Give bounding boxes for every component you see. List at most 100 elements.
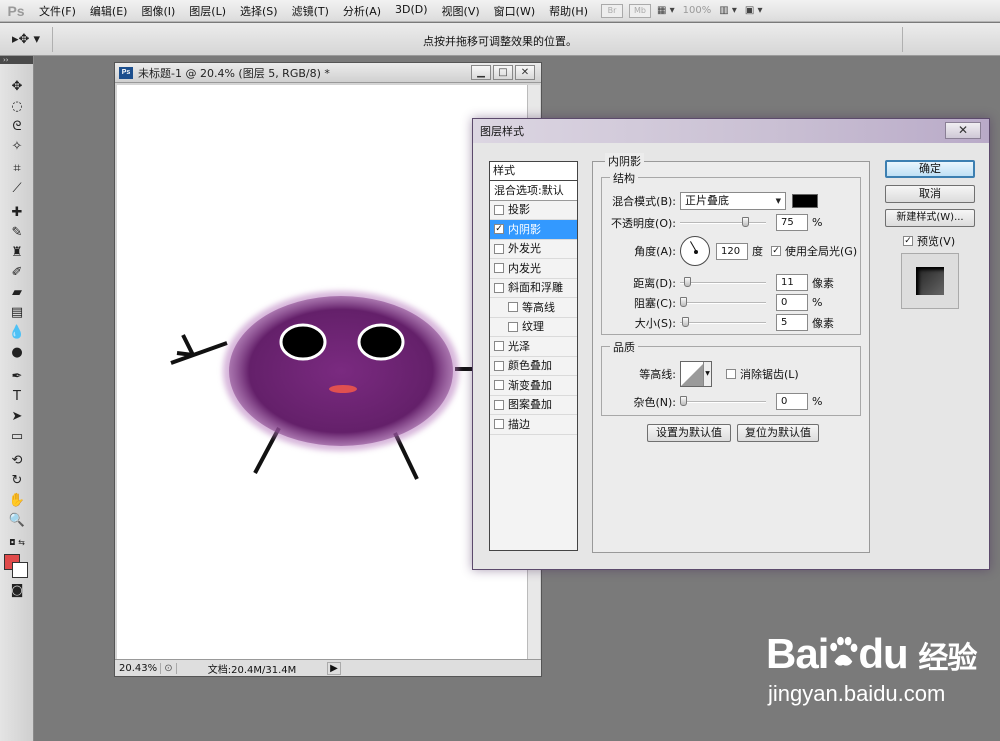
move-tool-icon[interactable]: ✥ <box>7 78 27 96</box>
document-title-bar[interactable]: Ps 未标题-1 @ 20.4% (图层 5, RGB/8) * ▁ □ ✕ <box>115 63 541 83</box>
contour-picker[interactable]: ▼ <box>680 361 712 387</box>
bridge-button[interactable]: Br <box>600 3 623 18</box>
style-checkbox[interactable] <box>494 341 504 352</box>
style-checkbox[interactable] <box>494 419 504 430</box>
style-checkbox[interactable] <box>494 360 504 371</box>
size-slider-knob[interactable] <box>682 316 689 327</box>
status-zoom[interactable]: 20.43% <box>115 662 161 674</box>
distance-field[interactable]: 11 <box>776 274 808 291</box>
menu-item[interactable]: 编辑(E) <box>83 3 135 19</box>
quick-mask-icon[interactable]: ◙ <box>7 582 27 600</box>
menu-item[interactable]: 窗口(W) <box>487 3 542 19</box>
zoom-tool-icon[interactable]: 🔍 <box>7 512 27 530</box>
opacity-field[interactable]: 75 <box>776 214 808 231</box>
anti-alias-label[interactable]: 消除锯齿(L) <box>740 366 799 382</box>
dialog-close-button[interactable]: ✕ <box>945 122 981 139</box>
menu-item[interactable]: 文件(F) <box>32 3 83 19</box>
make-default-button[interactable]: 设置为默认值 <box>647 424 731 442</box>
marquee-tool-icon[interactable]: ◌ <box>7 98 27 116</box>
style-checkbox[interactable] <box>494 380 504 391</box>
style-item[interactable]: 图案叠加 <box>490 396 577 415</box>
menu-item[interactable]: 图像(I) <box>134 3 182 19</box>
style-item[interactable]: 光泽 <box>490 337 577 357</box>
ok-button[interactable]: 确定 <box>885 160 975 178</box>
status-menu-arrow[interactable]: ▶ <box>327 661 341 675</box>
shadow-color-swatch[interactable] <box>792 194 818 208</box>
style-checkbox[interactable] <box>494 399 504 410</box>
size-slider[interactable] <box>680 316 766 327</box>
reset-default-button[interactable]: 复位为默认值 <box>737 424 819 442</box>
new-style-button[interactable]: 新建样式(W)... <box>885 209 975 227</box>
style-item[interactable]: 等高线 <box>490 298 577 318</box>
menu-item[interactable]: 视图(V) <box>435 3 487 19</box>
status-info-icon[interactable]: ⊙ <box>161 662 177 674</box>
choke-slider-knob[interactable] <box>680 296 687 307</box>
size-field[interactable]: 5 <box>776 314 808 331</box>
close-document-button[interactable]: ✕ <box>515 65 535 80</box>
style-checkbox[interactable] <box>494 204 504 215</box>
view-extras-icon[interactable]: ▦ ▾ <box>657 5 675 16</box>
clone-stamp-tool-icon[interactable]: ♜ <box>7 244 27 262</box>
eyedropper-tool-icon[interactable]: ⟋ <box>7 180 27 198</box>
style-checkbox[interactable] <box>494 282 504 293</box>
gradient-tool-icon[interactable]: ▤ <box>7 304 27 322</box>
style-item[interactable]: 外发光 <box>490 240 577 259</box>
noise-slider-knob[interactable] <box>680 395 687 406</box>
tools-panel-header[interactable]: ›› <box>0 56 33 64</box>
crop-tool-icon[interactable]: ⌗ <box>7 160 27 178</box>
style-checkbox[interactable] <box>494 243 504 254</box>
menu-item[interactable]: 图层(L) <box>182 3 233 19</box>
3d-orbit-tool-icon[interactable]: ↻ <box>7 472 27 490</box>
style-item[interactable]: 斜面和浮雕 <box>490 279 577 298</box>
style-item[interactable]: 渐变叠加 <box>490 376 577 396</box>
choke-field[interactable]: 0 <box>776 294 808 311</box>
contour-dropdown-arrow[interactable]: ▼ <box>703 362 711 386</box>
choke-slider[interactable] <box>680 296 766 307</box>
dialog-title-bar[interactable]: 图层样式 <box>473 119 989 143</box>
angle-field[interactable]: 120 <box>716 242 748 260</box>
zoom-level[interactable]: 100% <box>683 5 712 16</box>
style-item[interactable]: 描边 <box>490 415 577 435</box>
preview-label[interactable]: 预览(V) <box>917 233 955 249</box>
menu-item[interactable]: 帮助(H) <box>542 3 595 19</box>
eraser-tool-icon[interactable]: ▰ <box>7 284 27 302</box>
noise-slider[interactable] <box>680 395 766 406</box>
style-checkbox[interactable] <box>508 321 518 332</box>
brush-tool-icon[interactable]: ✎ <box>7 224 27 242</box>
arrange-documents-icon[interactable]: ▥ ▾ <box>719 5 737 16</box>
path-selection-tool-icon[interactable]: ➤ <box>7 408 27 426</box>
style-checkbox[interactable] <box>494 263 504 274</box>
3d-rotate-tool-icon[interactable]: ⟲ <box>7 452 27 470</box>
history-brush-tool-icon[interactable]: ✐ <box>7 264 27 282</box>
swap-colors-icon[interactable]: ◘ ⇆ <box>7 534 27 552</box>
healing-brush-tool-icon[interactable]: ✚ <box>7 204 27 222</box>
preview-checkbox[interactable]: ✓ <box>903 236 913 246</box>
style-item[interactable]: 纹理 <box>490 318 577 337</box>
menu-item[interactable]: 滤镜(T) <box>285 3 336 19</box>
pen-tool-icon[interactable]: ✒ <box>7 368 27 386</box>
maximize-button[interactable]: □ <box>493 65 513 80</box>
blur-tool-icon[interactable]: 💧 <box>7 324 27 342</box>
angle-dial[interactable] <box>680 236 710 266</box>
background-color-swatch[interactable] <box>12 562 28 578</box>
magic-wand-tool-icon[interactable]: ✧ <box>7 138 27 156</box>
shape-tool-icon[interactable]: ▭ <box>7 428 27 446</box>
mini-bridge-button[interactable]: Mb <box>628 3 651 18</box>
distance-slider-knob[interactable] <box>684 276 691 287</box>
anti-alias-checkbox[interactable] <box>726 369 736 379</box>
menu-item[interactable]: 选择(S) <box>233 3 285 19</box>
style-item[interactable]: 投影 <box>490 201 577 220</box>
style-item[interactable]: ✓ 内阴影 <box>490 220 577 240</box>
lasso-tool-icon[interactable]: ᘓ <box>7 118 27 136</box>
opacity-slider-knob[interactable] <box>742 216 749 227</box>
menu-item[interactable]: 分析(A) <box>336 3 388 19</box>
style-item[interactable]: 混合选项:默认 <box>490 181 577 201</box>
style-item[interactable]: 内发光 <box>490 259 577 279</box>
distance-slider[interactable] <box>680 276 766 287</box>
global-light-label[interactable]: 使用全局光(G) <box>785 243 857 259</box>
screen-mode-icon[interactable]: ▣ ▾ <box>745 5 763 16</box>
type-tool-icon[interactable]: T <box>7 388 27 406</box>
style-item[interactable]: 颜色叠加 <box>490 357 577 376</box>
menu-item[interactable]: 3D(D) <box>388 3 435 19</box>
minimize-button[interactable]: ▁ <box>471 65 491 80</box>
